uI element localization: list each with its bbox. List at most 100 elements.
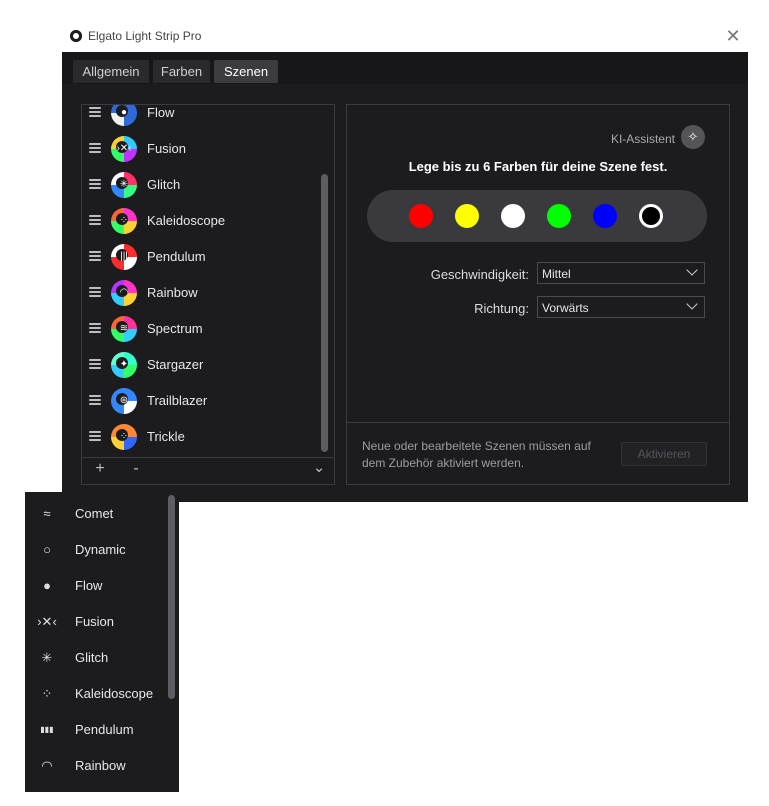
- scene-icon: ✦: [111, 352, 137, 378]
- pendulum-icon: ▮▮▮: [40, 725, 54, 734]
- comet-icon: ≈: [43, 506, 51, 521]
- menu-item[interactable]: ▮▮▮ Pendulum: [25, 712, 175, 748]
- scene-icon: ⁘: [111, 208, 137, 234]
- fusion-icon: ›✕‹: [37, 614, 57, 629]
- scene-list: ● Flow ›✕‹ Fusion ✳ Glitch ⁘ Kaleidoscope ||| Pen…: [81, 104, 335, 485]
- scene-list-item[interactable]: ✳ Glitch: [82, 167, 312, 203]
- scene-list-item[interactable]: ⁘ Trickle: [82, 419, 312, 455]
- direction-select[interactable]: Vorwärts: [537, 296, 705, 318]
- scene-icon: ⁘: [111, 424, 137, 450]
- tab-farben[interactable]: Farben: [153, 60, 210, 83]
- chevron-down-icon: [686, 298, 698, 310]
- scene-list-item[interactable]: ≋ Spectrum: [82, 311, 312, 347]
- speed-label: Geschwindigkeit:: [430, 267, 529, 282]
- ai-assistant-label[interactable]: KI-Assistent: [611, 132, 675, 146]
- color-headline: Lege bis zu 6 Farben für deine Szene fes…: [408, 159, 668, 174]
- activate-button[interactable]: Aktivieren: [621, 442, 707, 466]
- title-bar: Elgato Light Strip Pro ✕: [62, 22, 748, 52]
- scene-list-item-label: Pendulum: [147, 249, 206, 264]
- menu-item[interactable]: ›✕‹ Fusion: [25, 604, 175, 640]
- scene-list-item-label: Flow: [147, 105, 175, 120]
- scene-list-item[interactable]: ✦ Stargazer: [82, 347, 312, 383]
- menu-item[interactable]: ✳ Glitch: [25, 640, 175, 676]
- speed-value: Mittel: [542, 267, 571, 281]
- scene-glyph-icon: ●: [120, 107, 128, 118]
- menu-item[interactable]: ◠ Rainbow: [25, 748, 175, 784]
- scene-icon: ●: [111, 105, 137, 126]
- scene-glyph-icon: |||: [120, 251, 128, 262]
- menu-item[interactable]: ○ Dynamic: [25, 532, 175, 568]
- scene-list-item[interactable]: ›✕‹ Fusion: [82, 131, 312, 167]
- scene-glyph-icon: ⁘: [119, 431, 129, 442]
- scene-type-menu: ≈ Comet ○ Dynamic ● Flow ›✕‹ Fusion ✳ Glitch ⁘ Kale…: [25, 492, 179, 792]
- scene-list-item[interactable]: ||| Pendulum: [82, 239, 312, 275]
- color-swatch-bar: [367, 190, 707, 242]
- menu-item-label: Comet: [75, 506, 114, 521]
- menu-item[interactable]: ⁘ Kaleidoscope: [25, 676, 175, 712]
- scene-list-item-label: Rainbow: [147, 285, 198, 300]
- direction-value: Vorwärts: [542, 301, 589, 315]
- scene-icon: ⊛: [111, 388, 137, 414]
- direction-label: Richtung:: [474, 301, 529, 316]
- add-scene-button[interactable]: +: [92, 460, 108, 478]
- drag-handle-icon[interactable]: [89, 143, 101, 153]
- scene-list-scrollbar[interactable]: [321, 174, 328, 452]
- drag-handle-icon[interactable]: [89, 179, 101, 189]
- flow-icon: ●: [43, 578, 51, 593]
- color-swatch[interactable]: [455, 204, 479, 228]
- scene-list-item-label: Spectrum: [147, 321, 203, 336]
- activation-note: Neue oder bearbeitete Szenen müssen auf …: [362, 439, 591, 470]
- scene-list-item[interactable]: ⁘ Kaleidoscope: [82, 203, 312, 239]
- menu-item-label: Dynamic: [75, 542, 126, 557]
- drag-handle-icon[interactable]: [89, 287, 101, 297]
- color-swatch[interactable]: [501, 204, 525, 228]
- color-swatch[interactable]: [593, 204, 617, 228]
- menu-item-label: Kaleidoscope: [75, 686, 154, 701]
- drag-handle-icon[interactable]: [89, 215, 101, 225]
- scene-icon: ≋: [111, 316, 137, 342]
- scene-list-item-label: Kaleidoscope: [147, 213, 226, 228]
- divider: [347, 422, 729, 423]
- menu-item-label: Rainbow: [75, 758, 126, 773]
- scene-editor: KI-Assistent ✧ Lege bis zu 6 Farben für …: [346, 104, 730, 485]
- menu-item-label: Pendulum: [75, 722, 134, 737]
- scene-list-item[interactable]: ● Flow: [82, 105, 312, 131]
- color-swatch[interactable]: [547, 204, 571, 228]
- dynamic-ring-icon: ○: [43, 542, 51, 557]
- menu-item[interactable]: ≈ Comet: [25, 496, 175, 532]
- drag-handle-icon[interactable]: [89, 395, 101, 405]
- menu-item[interactable]: ● Flow: [25, 568, 175, 604]
- remove-scene-button[interactable]: -: [128, 460, 144, 478]
- scene-glyph-icon: ≋: [119, 323, 129, 334]
- scene-list-item[interactable]: ◠ Rainbow: [82, 275, 312, 311]
- scene-icon: ›✕‹: [111, 136, 137, 162]
- drag-handle-icon[interactable]: [89, 251, 101, 261]
- kaleidoscope-icon: ⁘: [41, 686, 53, 701]
- chevron-down-icon: [686, 264, 698, 276]
- drag-handle-icon[interactable]: [89, 431, 101, 441]
- chevron-down-icon[interactable]: ⌄: [311, 458, 327, 476]
- scene-list-item-label: Glitch: [147, 177, 181, 192]
- color-swatch[interactable]: [639, 204, 663, 228]
- tab-szenen[interactable]: Szenen: [214, 60, 278, 83]
- scene-glyph-icon: ◠: [119, 287, 129, 298]
- window-title: Elgato Light Strip Pro: [88, 29, 202, 43]
- close-icon[interactable]: ✕: [724, 25, 742, 47]
- rainbow-icon: ◠: [41, 758, 53, 773]
- scene-list-item-label: Trailblazer: [147, 393, 208, 408]
- speed-select[interactable]: Mittel: [537, 262, 705, 284]
- drag-handle-icon[interactable]: [89, 359, 101, 369]
- scene-list-footer: + - ⌄: [81, 457, 333, 484]
- scene-glyph-icon: ✦: [119, 359, 129, 370]
- scene-list-item[interactable]: ⊛ Trailblazer: [82, 383, 312, 419]
- color-swatch[interactable]: [409, 204, 433, 228]
- scene-glyph-icon: ›✕‹: [116, 143, 132, 154]
- drag-handle-icon[interactable]: [89, 107, 101, 117]
- scene-glyph-icon: ⁘: [119, 215, 129, 226]
- glitch-icon: ✳: [41, 650, 53, 665]
- tab-allgemein[interactable]: Allgemein: [73, 60, 149, 83]
- menu-item-label: Fusion: [75, 614, 115, 629]
- drag-handle-icon[interactable]: [89, 323, 101, 333]
- magic-wand-icon[interactable]: ✧: [681, 125, 705, 149]
- scene-glyph-icon: ✳: [119, 179, 129, 190]
